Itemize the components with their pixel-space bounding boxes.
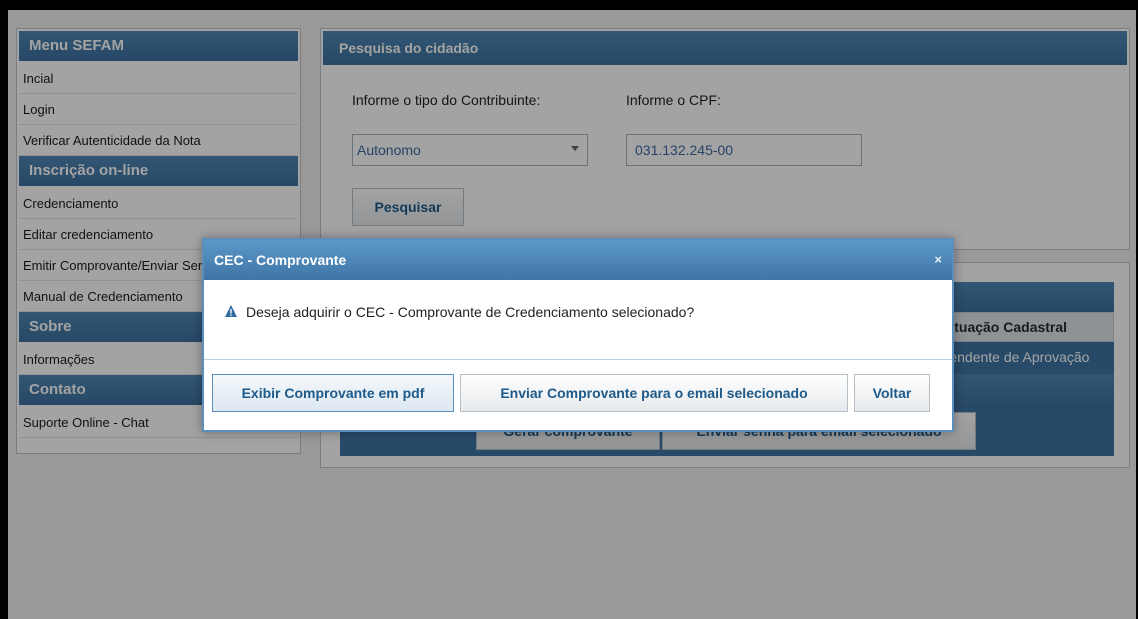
back-button[interactable]: Voltar xyxy=(854,374,930,412)
receipt-dialog: CEC - Comprovante × Deseja adquirir o CE… xyxy=(202,238,954,432)
browser-viewport: Menu SEFAM Incial Login Verificar Autent… xyxy=(0,0,1138,619)
send-email-button[interactable]: Enviar Comprovante para o email selecion… xyxy=(460,374,848,412)
dialog-button-bar: Exibir Comprovante em pdf Enviar Comprov… xyxy=(204,360,952,430)
show-pdf-button[interactable]: Exibir Comprovante em pdf xyxy=(212,374,454,412)
window-border-top xyxy=(0,0,1138,10)
dialog-body: Deseja adquirir o CEC - Comprovante de C… xyxy=(204,280,952,360)
dialog-title: CEC - Comprovante xyxy=(214,252,347,268)
warning-icon xyxy=(225,305,237,317)
window-border-left xyxy=(0,0,8,619)
dialog-message: Deseja adquirir o CEC - Comprovante de C… xyxy=(246,304,695,320)
close-icon[interactable]: × xyxy=(934,240,942,280)
dialog-titlebar: CEC - Comprovante × xyxy=(204,240,952,280)
